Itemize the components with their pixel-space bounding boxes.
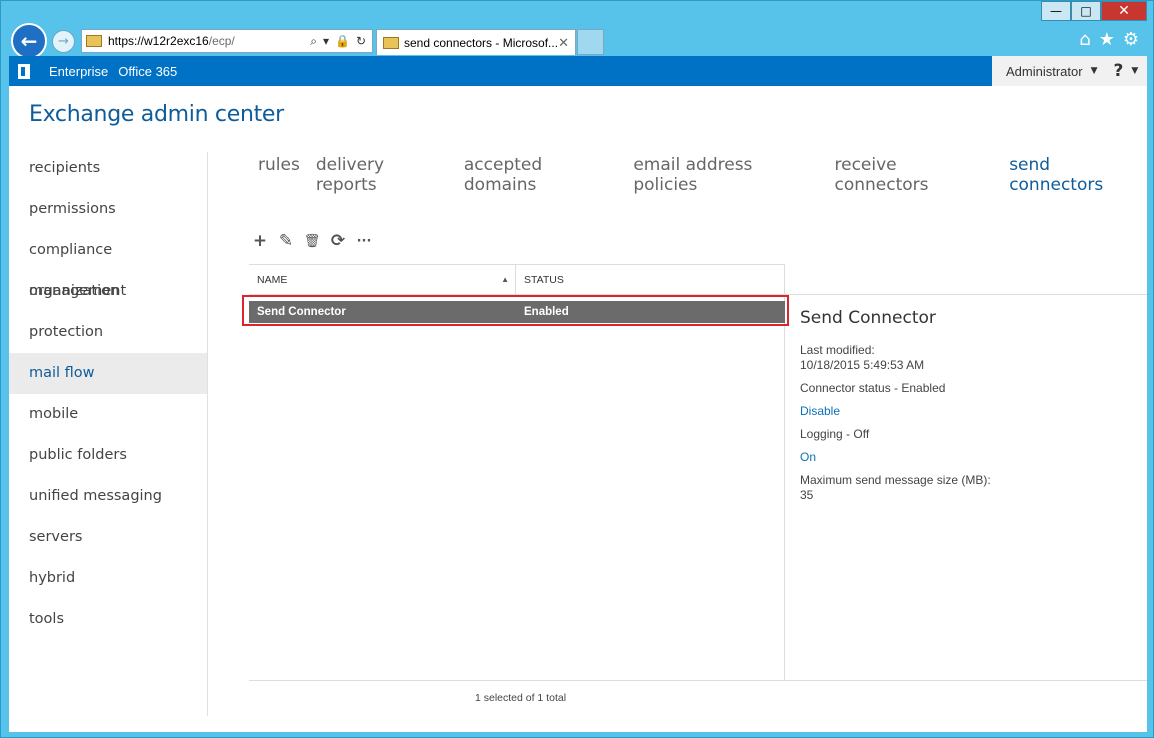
- chevron-down-icon[interactable]: ▼: [1091, 66, 1098, 76]
- nav-item-tools[interactable]: tools: [9, 599, 207, 640]
- tab-close-icon[interactable]: ✕: [558, 35, 569, 51]
- close-button[interactable]: ✕: [1101, 1, 1147, 21]
- maximize-button[interactable]: □: [1071, 1, 1101, 21]
- arrow-left-icon: ←: [20, 29, 38, 53]
- office365-link[interactable]: Office 365: [118, 64, 177, 79]
- user-menu[interactable]: Administrator: [1006, 64, 1083, 79]
- list-bottom-line: [249, 680, 1147, 681]
- dropdown-icon[interactable]: ▾: [323, 34, 329, 49]
- nav-item-permissions[interactable]: permissions: [9, 189, 207, 230]
- enterprise-link[interactable]: Enterprise: [49, 64, 108, 79]
- column-header-name[interactable]: NAME ▲: [249, 265, 516, 294]
- tab-favicon-icon: [383, 36, 399, 49]
- help-button[interactable]: ?: [1114, 61, 1124, 81]
- selection-count: 1 selected of 1 total: [474, 692, 567, 704]
- logging-on-link[interactable]: On: [800, 450, 1140, 465]
- window-controls: — □ ✕: [1041, 1, 1147, 21]
- connector-list: NAME ▲ STATUS Send Connector Enabled: [249, 264, 785, 680]
- office-logo-icon[interactable]: [9, 56, 39, 86]
- refresh-icon[interactable]: ⟳: [329, 231, 347, 251]
- sub-tabs: rules delivery reports accepted domains …: [258, 155, 1147, 195]
- nav-item-mail-flow[interactable]: mail flow: [9, 353, 207, 394]
- page-content: Enterprise Office 365 Administrator ▼ ? …: [9, 56, 1147, 732]
- toolbar: + ✎ 🗑 ⟳ ···: [251, 231, 373, 251]
- add-icon[interactable]: +: [251, 231, 269, 251]
- last-modified-value: 10/18/2015 5:49:53 AM: [800, 358, 925, 372]
- refresh-icon[interactable]: ↻: [356, 34, 366, 49]
- browser-tab[interactable]: send connectors - Microsof... ✕: [376, 29, 576, 55]
- lock-icon[interactable]: 🔒: [335, 34, 350, 49]
- gear-icon[interactable]: ⚙: [1123, 29, 1139, 50]
- left-nav: recipients permissions compliance manage…: [9, 148, 207, 640]
- forward-button[interactable]: →: [52, 30, 75, 53]
- delete-icon[interactable]: 🗑: [303, 232, 321, 250]
- max-size-value: 35: [800, 488, 814, 502]
- home-icon[interactable]: ⌂: [1079, 29, 1090, 50]
- highlight-box: [242, 295, 789, 326]
- search-icon[interactable]: ⌕: [310, 34, 317, 49]
- nav-item-unified-messaging[interactable]: unified messaging: [9, 476, 207, 517]
- star-icon[interactable]: ★: [1099, 29, 1115, 50]
- suite-bar: Enterprise Office 365 Administrator ▼ ? …: [9, 56, 1147, 86]
- details-top-line: [785, 294, 1147, 295]
- tab-email-address-policies[interactable]: email address policies: [633, 155, 818, 195]
- nav-divider: [207, 152, 208, 716]
- address-bar[interactable]: https://w12r2exc16 /ecp/ ⌕ ▾ 🔒 ↻: [81, 29, 373, 53]
- browser-icons: ⌂ ★ ⚙: [1079, 29, 1139, 50]
- list-header: NAME ▲ STATUS: [249, 264, 785, 295]
- nav-item-mobile[interactable]: mobile: [9, 394, 207, 435]
- page-title: Exchange admin center: [29, 102, 284, 127]
- disable-link[interactable]: Disable: [800, 404, 1140, 419]
- max-size-label: Maximum send message size (MB):: [800, 473, 991, 487]
- arrow-right-icon: →: [58, 34, 69, 49]
- browser-window: — □ ✕ ← → https://w12r2exc16 /ecp/ ⌕ ▾ 🔒…: [0, 0, 1154, 738]
- more-icon[interactable]: ···: [355, 232, 373, 250]
- tab-receive-connectors[interactable]: receive connectors: [835, 155, 994, 195]
- nav-item-recipients[interactable]: recipients: [9, 148, 207, 189]
- nav-item-organization[interactable]: organization: [9, 271, 207, 312]
- tab-title: send connectors - Microsof...: [404, 35, 559, 50]
- details-title: Send Connector: [800, 308, 936, 328]
- nav-item-protection[interactable]: protection: [9, 312, 207, 353]
- connector-status: Connector status - Enabled: [800, 381, 946, 395]
- nav-item-compliance-management[interactable]: compliance management: [9, 230, 207, 299]
- address-tools: ⌕ ▾ 🔒 ↻: [310, 34, 372, 49]
- last-modified-label: Last modified:: [800, 343, 875, 357]
- help-chevron-down-icon[interactable]: ▼: [1131, 66, 1138, 76]
- logging-status: Logging - Off: [800, 427, 870, 441]
- edit-icon[interactable]: ✎: [277, 231, 295, 251]
- page-favicon-icon: [86, 35, 102, 47]
- nav-item-public-folders[interactable]: public folders: [9, 435, 207, 476]
- tab-accepted-domains[interactable]: accepted domains: [464, 155, 617, 195]
- minimize-button[interactable]: —: [1041, 1, 1071, 21]
- column-name-label: NAME: [257, 273, 288, 286]
- column-header-status[interactable]: STATUS: [516, 274, 564, 286]
- details-pane: Send Connector Last modified: 10/18/2015…: [800, 308, 1140, 511]
- tab-send-connectors[interactable]: send connectors: [1009, 155, 1147, 195]
- address-path: /ecp/: [208, 34, 235, 48]
- back-button[interactable]: ←: [11, 23, 47, 59]
- address-host: https://w12r2exc16: [108, 34, 209, 48]
- nav-item-hybrid[interactable]: hybrid: [9, 558, 207, 599]
- sort-ascending-icon: ▲: [501, 275, 509, 284]
- tab-delivery-reports[interactable]: delivery reports: [316, 155, 448, 195]
- new-tab-button[interactable]: [577, 29, 604, 55]
- user-area: Administrator ▼ ? ▼: [992, 56, 1147, 86]
- nav-item-servers[interactable]: servers: [9, 517, 207, 558]
- tab-rules[interactable]: rules: [258, 155, 300, 195]
